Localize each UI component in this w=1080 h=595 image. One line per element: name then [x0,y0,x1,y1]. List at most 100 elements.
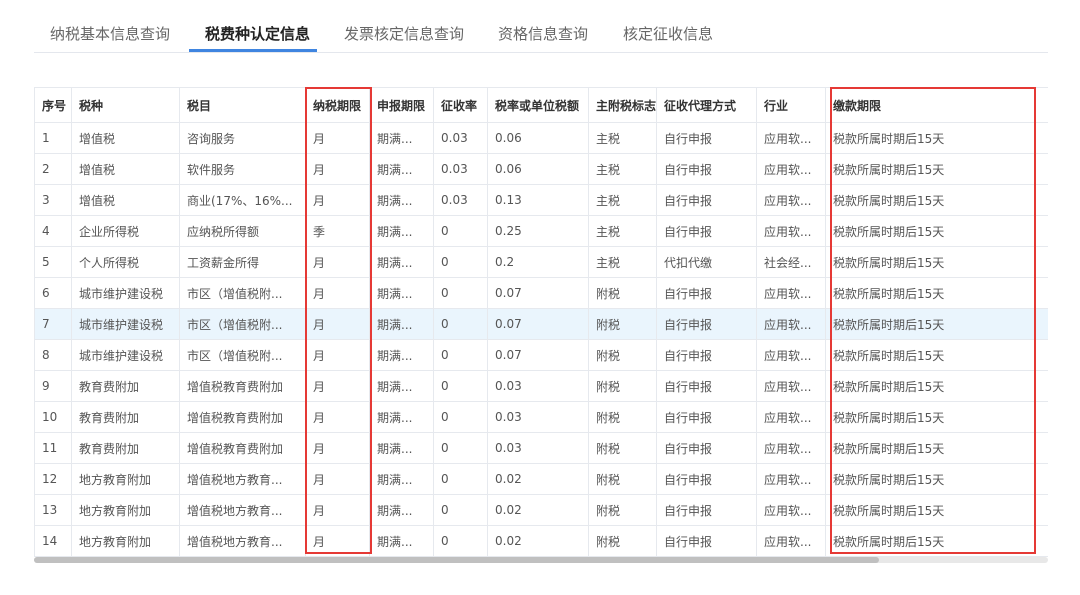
horizontal-scrollbar[interactable] [34,557,1048,563]
cell-tax-type: 增值税 [71,184,180,216]
cell-tax-item: 增值税地方教育... [179,463,306,495]
cell-tax-item: 咨询服务 [179,122,306,154]
cell-tax-period: 月 [305,184,370,216]
cell-main-surtax-flag: 主税 [588,153,657,185]
cell-main-surtax-flag: 附税 [588,308,657,340]
cell-tax-rate: 0.02 [487,463,589,495]
cell-tax-type: 地方教育附加 [71,525,180,557]
table-row[interactable]: 6 城市维护建设税 市区（增值税附... 月期满... 0 0.07 附税 自行申报 应用软..… [34,277,1048,309]
cell-tax-type: 教育费附加 [71,432,180,464]
table-row[interactable]: 3 增值税 商业(17%、16%... 月期满... 0.03 0.13 主税 自行申报 应用软… [34,184,1048,216]
cell-payment-deadline: 税款所属时期后15天 [825,122,1048,154]
cell-tax-type: 教育费附加 [71,401,180,433]
cell-filing-period: 期满... [369,277,434,309]
cell-collection-rate: 0 [433,370,488,402]
cell-payment-deadline: 税款所属时期后15天 [825,215,1048,247]
tab-tax-type-identification[interactable]: 税费种认定信息 [205,24,310,44]
cell-collection-rate: 0 [433,246,488,278]
cell-filing-period: 期满... [369,370,434,402]
cell-payment-deadline: 税款所属时期后15天 [825,277,1048,309]
cell-collection-rate: 0.03 [433,122,488,154]
cell-main-surtax-flag: 附税 [588,494,657,526]
cell-collection-rate: 0 [433,494,488,526]
tab-invoice-approval[interactable]: 发票核定信息查询 [344,24,464,44]
tab-bar: 纳税基本信息查询 税费种认定信息 发票核定信息查询 资格信息查询 核定征收信息 [34,0,1048,53]
cell-payment-deadline: 税款所属时期后15天 [825,153,1048,185]
cell-tax-period: 月 [305,463,370,495]
cell-tax-period: 月 [305,525,370,557]
cell-tax-rate: 0.03 [487,432,589,464]
cell-seq-no: 1 [34,122,72,154]
cell-tax-type: 城市维护建设税 [71,308,180,340]
column-header-tax-type: 税种 [71,87,180,123]
cell-industry: 应用软... [756,494,826,526]
tab-basic-tax-info[interactable]: 纳税基本信息查询 [50,24,170,44]
cell-filing-period: 期满... [369,184,434,216]
cell-tax-type: 地方教育附加 [71,494,180,526]
column-header-collection-rate: 征收率 [433,87,488,123]
cell-payment-deadline: 税款所属时期后15天 [825,184,1048,216]
cell-tax-item: 应纳税所得额 [179,215,306,247]
cell-collection-rate: 0.03 [433,153,488,185]
column-header-industry: 行业 [756,87,826,123]
table-row[interactable]: 14 地方教育附加 增值税地方教育... 月期满... 0 0.02 附税 自行申报 应用软..… [34,525,1048,557]
cell-seq-no: 2 [34,153,72,185]
cell-industry: 应用软... [756,525,826,557]
table-row[interactable]: 5 个人所得税 工资薪金所得月期满... 0 0.2 主税 代扣代缴 社会经... 税款所属时期… [34,246,1048,278]
table-row[interactable]: 7 城市维护建设税 市区（增值税附... 月期满... 0 0.07 附税 自行申报 应用软..… [34,308,1048,340]
cell-payment-deadline: 税款所属时期后15天 [825,432,1048,464]
cell-main-surtax-flag: 附税 [588,339,657,371]
cell-tax-type: 地方教育附加 [71,463,180,495]
table-row[interactable]: 1 增值税 咨询服务月期满... 0.03 0.06 主税 自行申报 应用软... 税款所属时期… [34,122,1048,154]
cell-agency-method: 自行申报 [656,308,757,340]
cell-tax-type: 增值税 [71,122,180,154]
cell-tax-type: 个人所得税 [71,246,180,278]
cell-filing-period: 期满... [369,463,434,495]
cell-filing-period: 期满... [369,432,434,464]
tab-qualification-info[interactable]: 资格信息查询 [498,24,588,44]
table-row[interactable]: 4 企业所得税 应纳税所得额季期满... 0 0.25 主税 自行申报 应用软... 税款所属时… [34,215,1048,247]
table-row[interactable]: 8 城市维护建设税 市区（增值税附... 月期满... 0 0.07 附税 自行申报 应用软..… [34,339,1048,371]
cell-payment-deadline: 税款所属时期后15天 [825,401,1048,433]
cell-payment-deadline: 税款所属时期后15天 [825,370,1048,402]
cell-agency-method: 自行申报 [656,153,757,185]
cell-agency-method: 自行申报 [656,215,757,247]
cell-tax-rate: 0.06 [487,153,589,185]
cell-filing-period: 期满... [369,494,434,526]
cell-collection-rate: 0.03 [433,184,488,216]
column-header-tax-item: 税目 [179,87,306,123]
cell-collection-rate: 0 [433,215,488,247]
cell-main-surtax-flag: 附税 [588,525,657,557]
scrollbar-thumb[interactable] [34,557,879,563]
table-row[interactable]: 2 增值税 软件服务月期满... 0.03 0.06 主税 自行申报 应用软... 税款所属时期… [34,153,1048,185]
cell-tax-period: 月 [305,339,370,371]
table-row[interactable]: 12 地方教育附加 增值税地方教育... 月期满... 0 0.02 附税 自行申报 应用软..… [34,463,1048,495]
cell-agency-method: 自行申报 [656,184,757,216]
table-row[interactable]: 10 教育费附加 增值税教育费附加月期满... 0 0.03 附税 自行申报 应用软... 税款… [34,401,1048,433]
cell-seq-no: 8 [34,339,72,371]
cell-industry: 应用软... [756,277,826,309]
cell-agency-method: 自行申报 [656,494,757,526]
cell-agency-method: 自行申报 [656,339,757,371]
column-header-filing-period: 申报期限 [369,87,434,123]
column-header-payment-deadline: 缴款期限 [825,87,1048,123]
cell-tax-item: 增值税地方教育... [179,494,306,526]
tab-assessed-collection[interactable]: 核定征收信息 [623,24,713,44]
cell-tax-period: 月 [305,122,370,154]
cell-seq-no: 5 [34,246,72,278]
table-row[interactable]: 11 教育费附加 增值税教育费附加月期满... 0 0.03 附税 自行申报 应用软... 税款… [34,432,1048,464]
cell-tax-period: 月 [305,432,370,464]
cell-industry: 应用软... [756,122,826,154]
cell-collection-rate: 0 [433,432,488,464]
cell-tax-item: 增值税地方教育... [179,525,306,557]
cell-tax-rate: 0.06 [487,122,589,154]
cell-tax-period: 月 [305,401,370,433]
column-header-seq-no: 序号 [34,87,72,123]
table-row[interactable]: 13 地方教育附加 增值税地方教育... 月期满... 0 0.02 附税 自行申报 应用软..… [34,494,1048,526]
tax-type-table-container: 序号 税种 税目 纳税期限 申报期限 征收率 税率或单位税额 主附税标志 征收代理方式 行业 缴款期… [34,87,1048,557]
cell-agency-method: 自行申报 [656,401,757,433]
cell-seq-no: 12 [34,463,72,495]
cell-industry: 应用软... [756,370,826,402]
cell-industry: 应用软... [756,308,826,340]
table-row[interactable]: 9 教育费附加 增值税教育费附加月期满... 0 0.03 附税 自行申报 应用软... 税款所… [34,370,1048,402]
